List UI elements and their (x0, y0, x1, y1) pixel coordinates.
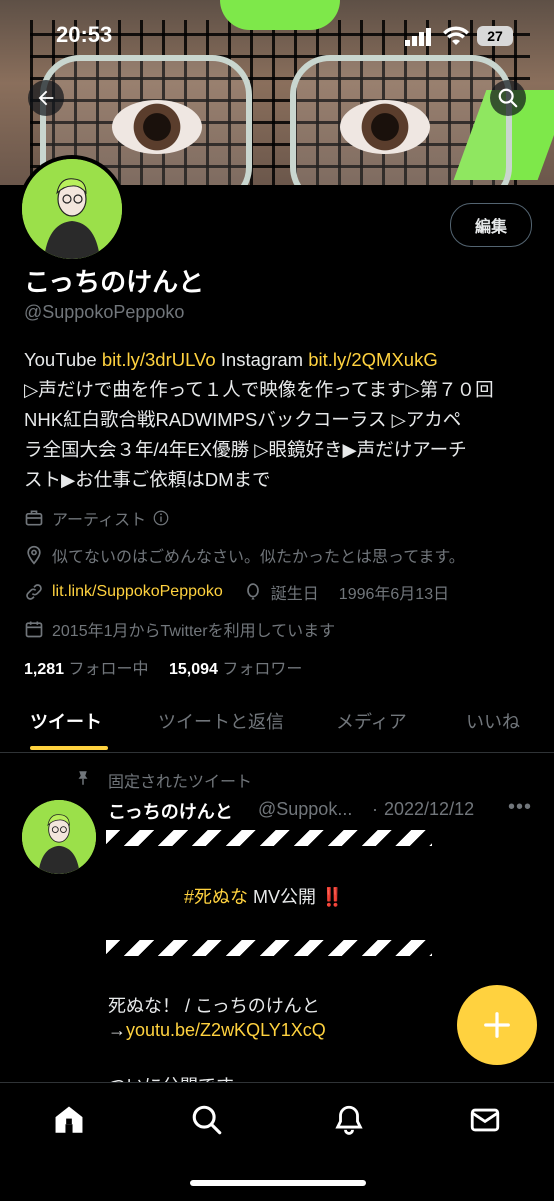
location-text: 似てないのはごめんなさい。似たかったとは思ってます。 (52, 549, 465, 566)
profile-category: アーティスト (24, 506, 178, 530)
link-icon (26, 584, 42, 600)
search-button[interactable] (490, 80, 526, 116)
bio-line-2: ▷声だけで曲を作って１人で映像を作ってます▷第７０回 (24, 379, 494, 400)
profile-location: 似てないのはごめんなさい。似たかったとは思ってます。 (24, 543, 465, 567)
calendar-icon (25, 621, 43, 638)
cellular-signal-icon (405, 28, 431, 46)
compose-tweet-button[interactable] (457, 985, 537, 1065)
tweet-author-name[interactable]: こっちのけんと (108, 798, 233, 824)
bio-line-1: YouTube bit.ly/3drULVo Instagram bit.ly/… (24, 345, 536, 375)
bio-instagram-link[interactable]: bit.ly/2QMXukG (308, 349, 438, 370)
pin-icon (78, 771, 88, 785)
followers-count: 15,094 (168, 661, 218, 678)
wifi-icon (443, 26, 469, 45)
follow-stats: 1,281 フォロー中 15,094 フォロワー (24, 655, 302, 679)
arrow-text: → (108, 1020, 126, 1040)
profile-joined: 2015年1月からTwitterを利用しています (24, 617, 335, 641)
double-exclamation: ‼️ (321, 887, 344, 907)
tweet-more-button[interactable]: ••• (508, 796, 532, 819)
briefcase-icon (25, 510, 43, 526)
hashtag-link[interactable]: #死ぬな (184, 887, 248, 907)
status-bar: 20:53 27 (0, 0, 554, 70)
location-pin-icon (27, 545, 41, 565)
following-count: 1,281 (24, 661, 65, 678)
tweet-separator: · (372, 799, 378, 819)
home-indicator (190, 1180, 366, 1186)
banner-eye-right (340, 100, 430, 154)
mail-icon[interactable] (468, 1103, 502, 1137)
profile-website: lit.link/SuppokoPeppoko 誕生日 1996年6月13日 (24, 580, 449, 604)
active-tab-indicator (30, 746, 108, 750)
stripe-divider-bottom (106, 940, 432, 956)
tab-media[interactable]: メディア (336, 708, 407, 734)
profile-tabs: ツイート ツイートと返信 メディア いいね (0, 690, 554, 753)
tweet-song-line: 死ぬな！ / こっちのけんと (108, 996, 320, 1016)
bio-line-3: NHK紅白歌合戦RADWIMPSバックコーラス ▷アカペ (24, 409, 462, 430)
search-icon (498, 88, 518, 108)
tweet-avatar[interactable] (22, 800, 96, 874)
following-label: フォロー中 (68, 661, 149, 678)
tweet-headline: #死ぬな MV公開 ‼️ (184, 883, 343, 909)
tweet-author-handle: @Suppok... (258, 799, 353, 819)
birthday-label: 誕生日 (270, 586, 319, 603)
display-name: こっちのけんと (24, 267, 205, 297)
plus-icon (484, 1012, 510, 1038)
pinned-tweet-label: 固定されたツイート (108, 774, 253, 791)
info-icon[interactable] (152, 509, 170, 527)
joined-text: 2015年1月からTwitterを利用しています (52, 623, 336, 640)
balloon-icon (246, 583, 259, 600)
home-icon[interactable] (52, 1103, 86, 1137)
video-link[interactable]: youtu.be/Z2wKQLY1XcQ (126, 1020, 326, 1040)
search-icon[interactable] (190, 1103, 224, 1137)
bio-instagram-label: Instagram (215, 349, 309, 370)
followers-label: フォロワー (222, 661, 303, 678)
profile-avatar[interactable] (18, 155, 126, 263)
tab-tweets[interactable]: ツイート (30, 708, 102, 734)
user-handle: @SuppokoPeppoko (24, 302, 185, 322)
banner-eye-left (112, 100, 202, 154)
followers-link[interactable]: 15,094 フォロワー (169, 661, 302, 678)
back-button[interactable] (28, 80, 64, 116)
tweet-video-line: →youtu.be/Z2wKQLY1XcQ (108, 1020, 326, 1041)
bio-line-4: ラ全国大会３年/4年EX優勝 ▷眼鏡好き▶声だけアーチ (24, 439, 467, 460)
avatar-illustration (22, 800, 96, 874)
tab-tweets-and-replies[interactable]: ツイートと返信 (158, 708, 284, 734)
profile-bio: YouTube bit.ly/3drULVo Instagram bit.ly/… (24, 345, 536, 495)
bio-youtube-link[interactable]: bit.ly/3drULVo (102, 349, 216, 370)
headline-text: MV公開 (248, 887, 317, 907)
bio-youtube-label: YouTube (24, 349, 102, 370)
bio-line-5: スト▶お仕事ご依頼はDMまで (24, 469, 271, 490)
birthday-date: 1996年6月13日 (338, 586, 450, 603)
stripe-divider-top (106, 830, 432, 846)
bell-icon[interactable] (332, 1103, 366, 1137)
back-arrow-icon (38, 90, 54, 106)
tab-likes[interactable]: いいね (466, 708, 520, 734)
edit-profile-button[interactable]: 編集 (450, 203, 532, 247)
following-link[interactable]: 1,281 フォロー中 (24, 661, 149, 678)
category-text: アーティスト (52, 512, 147, 529)
avatar-illustration (22, 159, 122, 259)
battery-indicator: 27 (477, 26, 513, 46)
website-link[interactable]: lit.link/SuppokoPeppoko (52, 583, 223, 601)
status-time: 20:53 (56, 22, 113, 47)
tweet-date[interactable]: 2022/12/12 (384, 799, 474, 820)
